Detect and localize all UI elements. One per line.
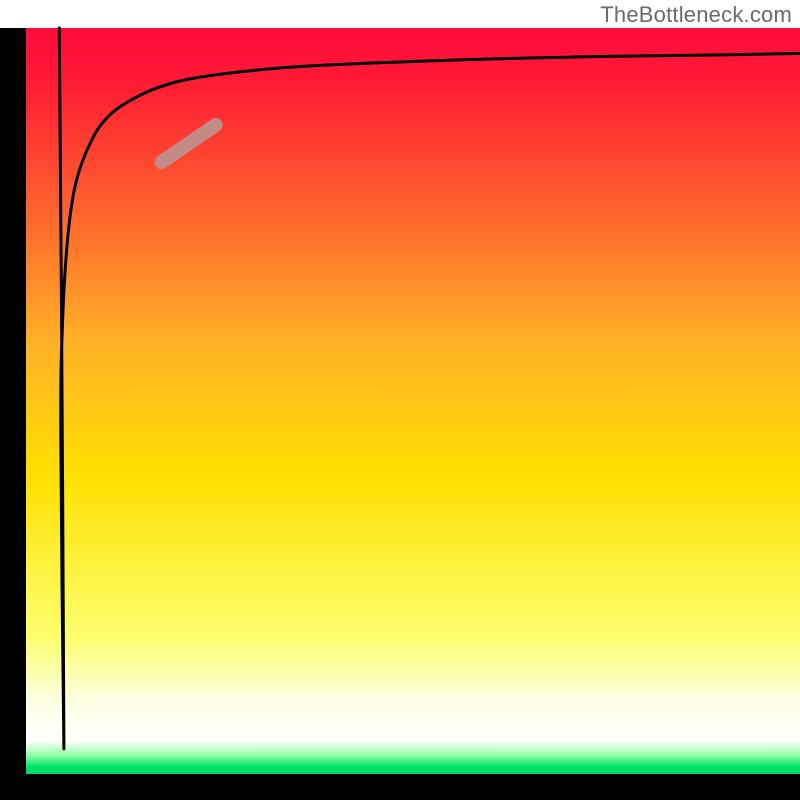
y-axis-border [0, 28, 26, 800]
bottleneck-chart [0, 0, 800, 800]
chart-container: TheBottleneck.com [0, 0, 800, 800]
x-axis-border [0, 774, 800, 800]
plot-background [26, 28, 800, 774]
watermark-label: TheBottleneck.com [600, 2, 792, 28]
